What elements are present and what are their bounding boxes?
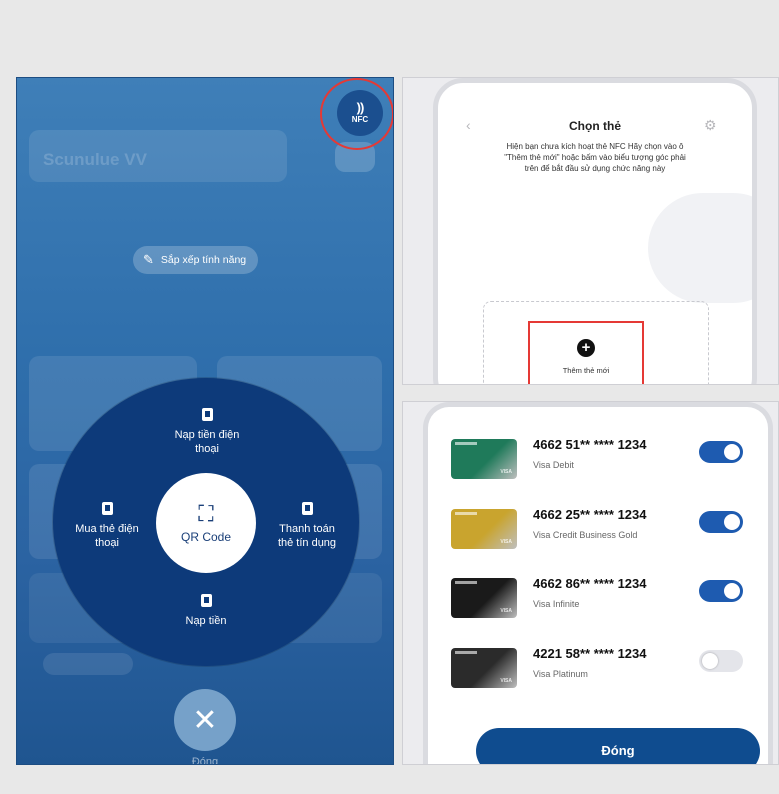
card-list-screen: VISA 4662 51** **** 1234 Visa Debit VISA 466… <box>402 401 779 765</box>
visa-mark: VISA <box>500 677 512 684</box>
nfc-home-screen: Scunulue VV )) NFC ✎ Sắp xếp tính năng N… <box>16 77 394 765</box>
pencil-icon: ✎ <box>143 252 154 267</box>
card-nfc-toggle[interactable] <box>699 649 743 672</box>
visa-mark: VISA <box>500 469 512 475</box>
card-thumbnail: VISA <box>451 508 517 549</box>
bank-logo <box>455 511 477 515</box>
card-row: VISA 4662 25** **** 1234 Visa Credit Busin… <box>451 505 751 551</box>
bank-logo <box>455 581 477 584</box>
menu-buy-phone-card[interactable]: Mua thẻ điện thoại <box>63 502 151 550</box>
card-number: 4662 25** **** 1234 <box>533 506 647 522</box>
menu-topup-phone-line2: thoại <box>195 443 219 455</box>
nfc-instruction-text: Hiện bạn chưa kích hoạt thẻ NFC Hãy chọn… <box>504 142 686 173</box>
menu-credit-line2: thẻ tín dụng <box>277 537 337 549</box>
menu-topup-label: Nạp tiền <box>185 615 227 627</box>
card-type: Visa Infinite <box>533 599 580 609</box>
close-menu-button[interactable]: ✕ <box>174 689 236 751</box>
visa-mark: VISA <box>500 608 512 614</box>
card-nfc-toggle[interactable] <box>699 441 743 463</box>
nfc-highlight-circle <box>320 78 393 150</box>
wallet-icon <box>200 594 212 607</box>
bank-logo <box>455 442 477 445</box>
menu-topup[interactable]: Nạp tiền <box>167 594 245 628</box>
account-card-text: Scunulue VV <box>43 150 147 169</box>
visa-mark: VISA <box>500 538 512 545</box>
card-nfc-toggle[interactable] <box>699 580 743 602</box>
menu-credit-payment[interactable]: Thanh toán thẻ tín dụng <box>264 502 350 550</box>
menu-buy-card-line2: thoại <box>95 537 119 549</box>
menu-buy-card-line1: Mua thẻ điện <box>75 523 139 535</box>
card-nfc-toggle[interactable] <box>699 510 743 533</box>
phone-icon <box>201 408 213 421</box>
background-shape <box>648 193 752 303</box>
card-number: 4662 86** **** 1234 <box>533 576 647 591</box>
card-row: VISA 4662 86** **** 1234 Visa Infinite <box>451 574 751 620</box>
phone-card-icon <box>101 502 113 515</box>
close-menu-label: Đóng <box>191 756 219 765</box>
add-new-card-button[interactable]: + Thêm thẻ mới <box>528 321 644 384</box>
phone-frame: VISA 4662 51** **** 1234 Visa Debit VISA 466… <box>423 402 773 764</box>
gear-icon[interactable]: ⚙ <box>704 117 717 134</box>
card-type: Visa Credit Business Gold <box>533 529 638 540</box>
qr-code-label: QR Code <box>180 530 232 544</box>
done-button[interactable]: Đóng <box>476 728 760 764</box>
close-icon: ✕ <box>192 703 218 737</box>
menu-topup-phone[interactable]: Nạp tiền điện thoại <box>157 408 257 456</box>
choose-card-screen: ‹ Chọn thẻ ⚙ Hiện bạn chưa kích hoạt thẻ… <box>402 77 779 385</box>
bank-logo <box>455 650 477 654</box>
pill-background <box>43 653 133 675</box>
qr-scan-icon: ⛶ <box>198 501 214 526</box>
qr-code-button[interactable]: ⛶ QR Code <box>156 473 256 573</box>
plus-icon: + <box>577 339 595 357</box>
card-number: 4662 51** **** 1234 <box>533 437 647 452</box>
card-thumbnail: VISA <box>451 578 517 618</box>
card-row: VISA 4221 58** **** 1234 Visa Platinum <box>451 644 751 690</box>
card-type: Visa Debit <box>533 460 574 470</box>
menu-topup-phone-line1: Nạp tiền điện <box>174 429 240 441</box>
sort-features-button[interactable]: ✎ Sắp xếp tính năng <box>133 246 259 274</box>
card-number: 4221 58** **** 1234 <box>533 645 647 661</box>
menu-credit-line1: Thanh toán <box>279 523 335 535</box>
card-thumbnail: VISA <box>451 439 517 479</box>
tag-icon <box>301 502 313 515</box>
add-card-label: Thêm thẻ mới <box>562 366 610 375</box>
card-row: VISA 4662 51** **** 1234 Visa Debit <box>451 435 751 481</box>
phone-frame: ‹ Chọn thẻ ⚙ Hiện bạn chưa kích hoạt thẻ… <box>433 78 757 384</box>
sort-features-label: Sắp xếp tính năng <box>160 254 247 266</box>
card-type: Visa Platinum <box>533 668 588 679</box>
card-thumbnail: VISA <box>451 647 517 688</box>
